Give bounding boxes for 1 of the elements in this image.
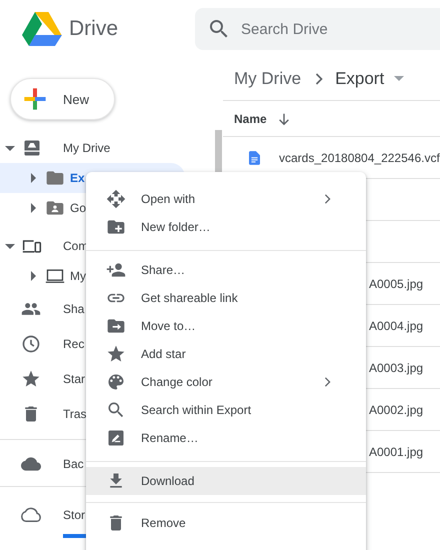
app-name: Drive [69,17,118,41]
